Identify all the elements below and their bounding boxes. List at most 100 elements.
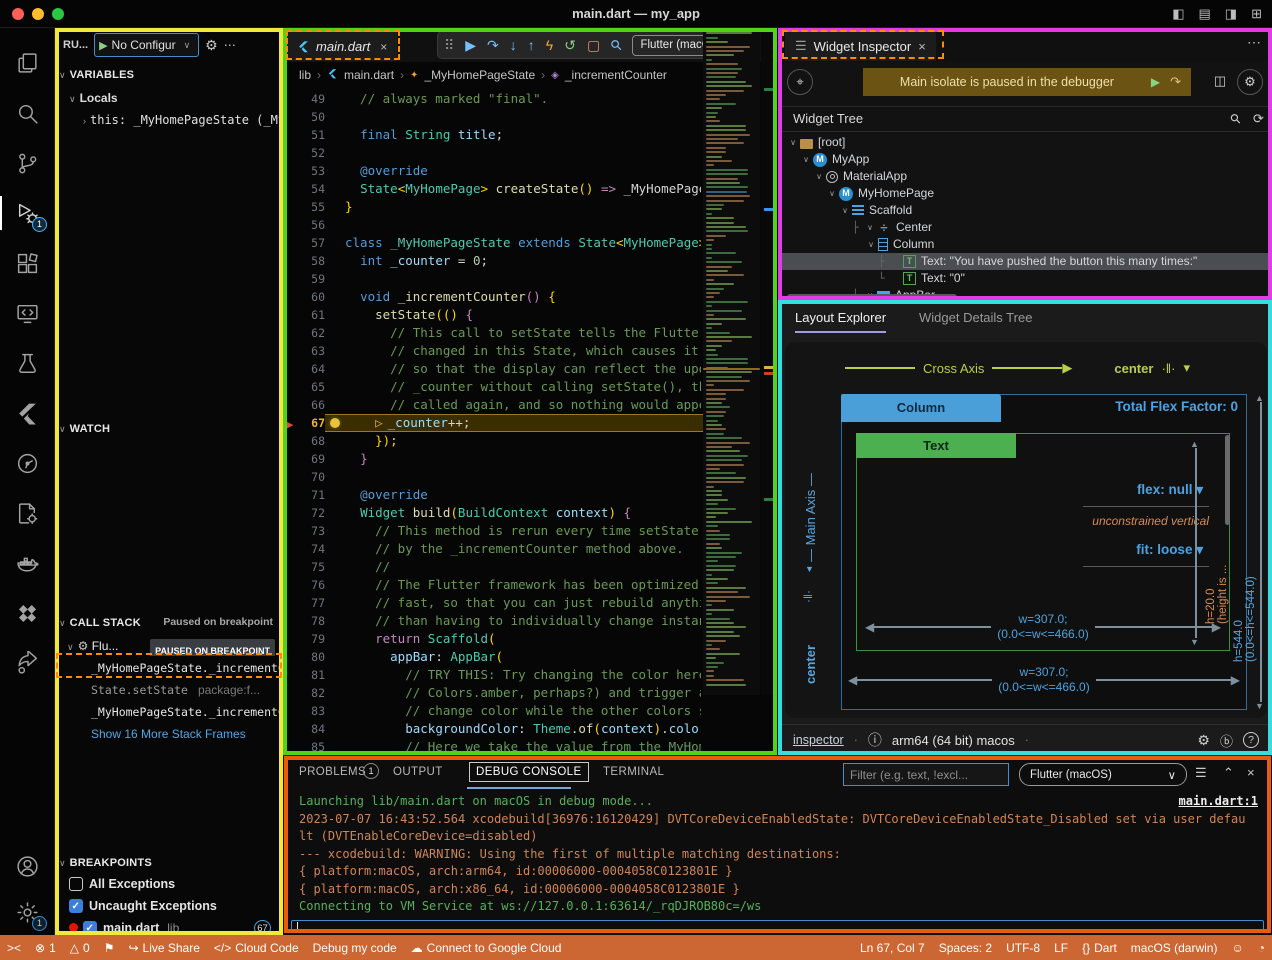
- tree-node-materialapp[interactable]: ∨MaterialApp: [779, 168, 1272, 185]
- sidebar-more-icon[interactable]: ⋯: [224, 38, 236, 52]
- step-out-icon[interactable]: ↑: [528, 38, 535, 52]
- panel-tab-terminal[interactable]: TERMINAL: [603, 766, 664, 778]
- source-link[interactable]: main.dart:1: [1179, 794, 1258, 808]
- variables-group-locals[interactable]: ∨Locals: [55, 88, 283, 108]
- maximize-panel-icon[interactable]: ⌃: [1223, 765, 1234, 781]
- status-eol[interactable]: LF: [1047, 935, 1075, 960]
- restart-icon[interactable]: ↺: [564, 38, 576, 52]
- tree-node-myapp[interactable]: ∨MMyApp: [779, 151, 1272, 168]
- console-filter-input[interactable]: [843, 763, 1009, 786]
- status-indentation[interactable]: Spaces: 2: [932, 935, 999, 960]
- close-panel-icon[interactable]: ×: [1247, 765, 1255, 780]
- tree-refresh-icon[interactable]: ⟳: [1253, 111, 1264, 127]
- status-notifications[interactable]: ◔: [1251, 935, 1272, 960]
- step-icon[interactable]: ↷: [1170, 74, 1181, 90]
- inspector-tab-close-icon[interactable]: ×: [918, 39, 926, 54]
- status-feedback[interactable]: ☺: [1224, 935, 1250, 960]
- inspector-more-icon[interactable]: ⋯: [1247, 34, 1261, 51]
- lightbulb-icon[interactable]: [330, 418, 340, 428]
- chevron-down-icon[interactable]: ∨: [813, 168, 825, 185]
- activity-devtools[interactable]: [0, 440, 55, 486]
- status-encoding[interactable]: UTF-8: [999, 935, 1047, 960]
- status-language-mode[interactable]: {}Dart: [1075, 935, 1124, 960]
- chevron-down-icon[interactable]: ∨: [800, 151, 812, 168]
- tab-widget-inspector[interactable]: ☰ Widget Inspector ×: [785, 31, 936, 61]
- tree-node-center[interactable]: ├∨÷Center: [779, 219, 1272, 236]
- hot-reload-icon[interactable]: ϟ: [546, 38, 553, 52]
- column-widget-box[interactable]: Column Total Flex Factor: 0 Text flex: n…: [841, 394, 1247, 710]
- activity-remote-explorer[interactable]: [0, 290, 55, 336]
- cross-axis-dropdown-icon[interactable]: ▾: [1183, 360, 1190, 376]
- status-cloud-code[interactable]: </>Cloud Code: [207, 935, 306, 960]
- call-stack-frame[interactable]: State.setStatepackage:f...: [55, 680, 283, 700]
- chevron-down-icon[interactable]: ∨: [787, 134, 799, 151]
- activity-extensions[interactable]: [0, 240, 55, 286]
- activity-run-and-debug[interactable]: 1: [0, 190, 55, 236]
- text-widget-box[interactable]: Text flex: null ▾ unconstrained vertical…: [856, 433, 1230, 651]
- call-stack-section-header[interactable]: ∨CALL STACKPaused on breakpoint: [55, 612, 283, 632]
- inspector-link[interactable]: inspector: [793, 733, 844, 747]
- variables-section-header[interactable]: ∨VARIABLES: [55, 64, 283, 84]
- inspect-widget-icon[interactable]: ⚲: [608, 36, 625, 53]
- activity-docker[interactable]: [0, 540, 55, 586]
- debug-gear-icon[interactable]: ⚙: [205, 37, 218, 54]
- start-debug-icon[interactable]: ▶: [99, 39, 107, 52]
- step-over-icon[interactable]: ↷: [487, 38, 499, 52]
- tree-node-text[interactable]: └ TText: "0": [779, 270, 1272, 287]
- status-live-share[interactable]: ↪Live Share: [121, 935, 206, 960]
- status-errors[interactable]: ⊗1: [28, 935, 63, 960]
- breakpoint-item[interactable]: Uncaught Exceptions: [55, 896, 283, 916]
- tab-main-dart[interactable]: main.dart ×: [287, 31, 397, 61]
- activity-source-control[interactable]: [0, 140, 55, 186]
- toggle-primary-sidebar-icon[interactable]: ◧: [1172, 6, 1184, 22]
- cross-axis-value[interactable]: center: [1114, 361, 1153, 376]
- tab-close-icon[interactable]: ×: [380, 40, 387, 54]
- panel-tab-output[interactable]: OUTPUT: [393, 766, 443, 778]
- status-platform[interactable]: macOS (darwin): [1124, 935, 1225, 960]
- inspector-settings-icon[interactable]: ⚙: [1237, 69, 1263, 95]
- activity-settings[interactable]: 1: [0, 889, 55, 935]
- status-debug-status[interactable]: ⚑: [97, 935, 122, 960]
- step-into-icon[interactable]: ↓: [510, 38, 517, 52]
- panel-tab-debug-console[interactable]: DEBUG CONSOLE: [469, 762, 589, 782]
- show-more-frames-link[interactable]: Show 16 More Stack Frames: [55, 724, 283, 744]
- activity-cloud-code[interactable]: [0, 590, 55, 636]
- minimap[interactable]: [703, 28, 760, 695]
- tab-widget-details-tree[interactable]: Widget Details Tree: [919, 310, 1032, 325]
- layout-scrollbar[interactable]: [1225, 435, 1230, 525]
- tab-layout-explorer[interactable]: Layout Explorer: [795, 310, 886, 333]
- customize-layout-icon[interactable]: ⊞: [1251, 6, 1262, 22]
- tree-node-column[interactable]: ∨Column: [779, 236, 1272, 253]
- activity-testing[interactable]: [0, 340, 55, 386]
- checkbox[interactable]: [69, 899, 83, 913]
- drag-handle-icon[interactable]: ⠿: [444, 38, 454, 52]
- fit-setting[interactable]: fit: loose ▾: [1083, 542, 1203, 558]
- activity-project[interactable]: [0, 490, 55, 536]
- breadcrumb-item[interactable]: _MyHomePageState: [424, 68, 535, 82]
- status-warnings[interactable]: △0: [63, 935, 97, 960]
- checkbox[interactable]: [69, 877, 83, 891]
- activity-live-share[interactable]: [0, 640, 55, 686]
- breadcrumb-item[interactable]: _incrementCounter: [565, 68, 667, 82]
- status-cursor-position[interactable]: Ln 67, Col 7: [853, 935, 932, 960]
- breadcrumb-item[interactable]: main.dart: [344, 68, 394, 82]
- resume-isolate-icon[interactable]: ▶: [1151, 75, 1160, 89]
- breakpoints-section-header[interactable]: ∨BREAKPOINTS: [55, 852, 283, 872]
- variable-this[interactable]: ›this: _MyHomePageState (_MyH...: [55, 110, 283, 130]
- panel-tab-problems[interactable]: PROBLEMS: [299, 766, 366, 778]
- launch-config-dropdown[interactable]: ▶ No Configur ∨: [94, 33, 199, 57]
- status-google-cloud[interactable]: ☁Connect to Google Cloud: [404, 935, 569, 960]
- tree-search-icon[interactable]: ⚲: [1227, 110, 1245, 128]
- help-icon[interactable]: ?: [1243, 732, 1259, 748]
- status-debug-my-code[interactable]: Debug my code: [306, 935, 404, 960]
- chevron-down-icon[interactable]: ∨: [864, 219, 876, 236]
- flex-setting[interactable]: flex: null ▾: [1083, 482, 1203, 498]
- activity-flutter[interactable]: [0, 390, 55, 436]
- chevron-down-icon[interactable]: ∨: [826, 185, 838, 202]
- activity-explorer[interactable]: [0, 40, 55, 86]
- select-widget-mode-icon[interactable]: ⌖: [787, 69, 813, 95]
- activity-search[interactable]: [0, 90, 55, 136]
- chevron-down-icon[interactable]: ∨: [839, 202, 851, 219]
- checkbox[interactable]: [83, 921, 97, 935]
- status-remote[interactable]: ><: [0, 935, 28, 960]
